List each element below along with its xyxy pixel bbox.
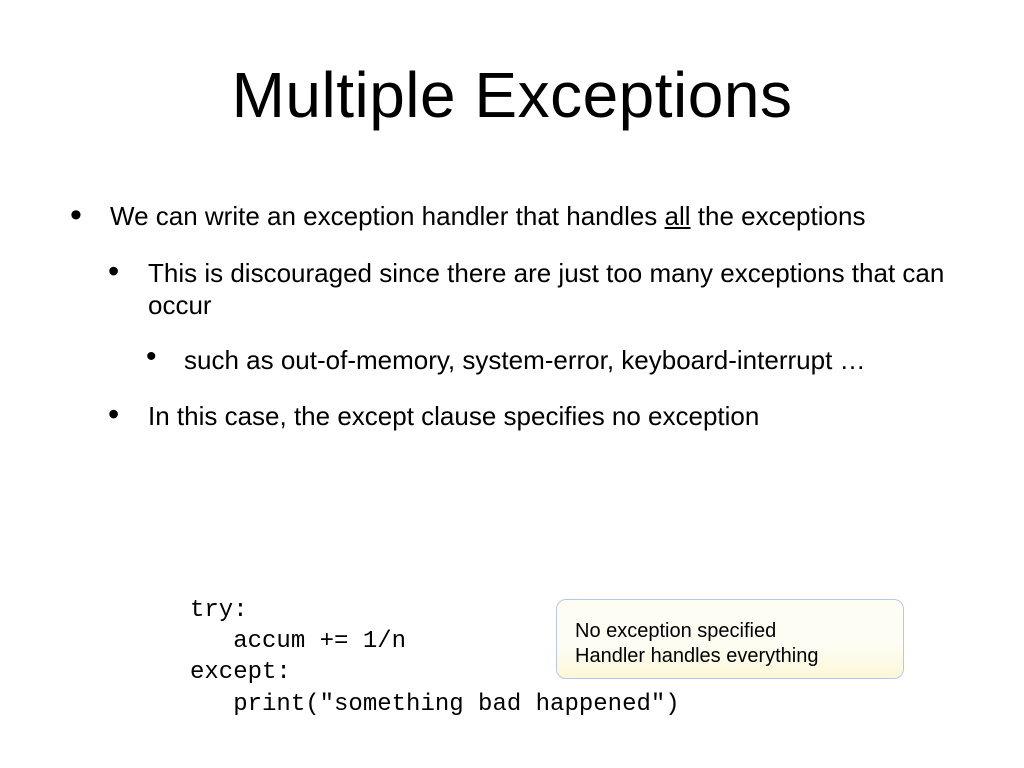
slide-title: Multiple Exceptions [0, 58, 1024, 132]
bullet-level-1: • We can write an exception handler that… [70, 200, 964, 233]
bullet-dot-icon: • [108, 255, 119, 287]
bullet-level-2: • This is discouraged since there are ju… [108, 257, 964, 322]
bullet-dot-icon: • [146, 342, 157, 372]
bullet-text: This is discouraged since there are just… [148, 258, 944, 321]
text-run: We can write an exception handler that h… [110, 201, 665, 231]
bullet-text: such as out-of-memory, system-error, key… [184, 345, 866, 375]
bullet-text: We can write an exception handler that h… [110, 201, 865, 231]
code-block: try: accum += 1/n except: print("somethi… [190, 595, 680, 720]
bullet-text: In this case, the except clause specifie… [148, 401, 759, 431]
text-underlined: all [665, 201, 691, 231]
slide-body: • We can write an exception handler that… [70, 200, 964, 433]
text-run: the exceptions [691, 201, 866, 231]
bullet-dot-icon: • [70, 198, 82, 232]
slide: Multiple Exceptions • We can write an ex… [0, 0, 1024, 768]
bullet-level-3: • such as out-of-memory, system-error, k… [146, 344, 964, 377]
bullet-level-2: • In this case, the except clause specif… [108, 400, 964, 433]
bullet-dot-icon: • [108, 398, 119, 430]
